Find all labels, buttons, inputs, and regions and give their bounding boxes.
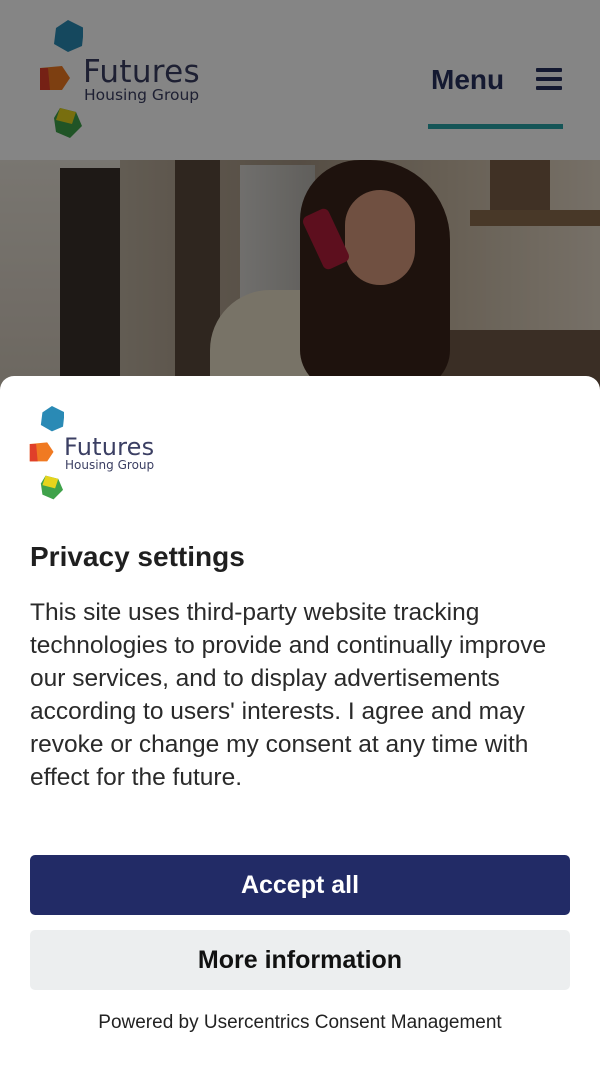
consent-logo-wordmark: Futures bbox=[64, 433, 155, 461]
privacy-settings-title: Privacy settings bbox=[30, 541, 245, 572]
consent-logo: Futures Housing Group bbox=[28, 406, 188, 501]
consent-logo-subtitle: Housing Group bbox=[65, 458, 155, 472]
futures-logo-mark-icon bbox=[29, 406, 64, 500]
privacy-consent-dialog: Futures Housing Group Privacy settings T… bbox=[0, 376, 600, 1065]
powered-by-text: Powered by Usercentrics Consent Manageme… bbox=[98, 1012, 502, 1033]
privacy-description: This site uses third-party website track… bbox=[30, 599, 547, 791]
accept-all-button[interactable]: Accept all bbox=[30, 855, 570, 915]
more-information-button[interactable]: More information bbox=[30, 930, 570, 990]
